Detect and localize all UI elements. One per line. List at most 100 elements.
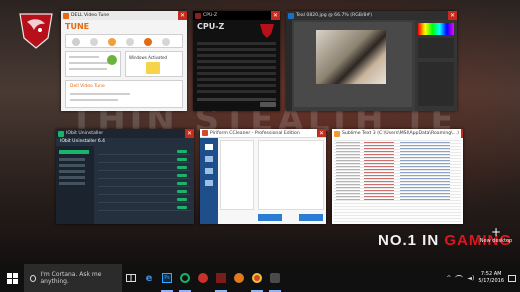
ccleaner-icon xyxy=(202,130,208,136)
lightbulb-icon xyxy=(146,62,160,74)
new-desktop-button[interactable]: + New desktop xyxy=(476,226,516,244)
ccleaner-icon xyxy=(252,273,262,283)
list-item[interactable] xyxy=(98,172,191,179)
window-title: Piriform CCleaner - Professional Edition xyxy=(210,130,300,136)
list-item[interactable] xyxy=(98,180,191,187)
orange-app-icon xyxy=(234,273,244,283)
cpuz-icon xyxy=(216,273,226,283)
clock-date: 5/17/2016 xyxy=(478,278,504,284)
window-title: IObit Uninstaller xyxy=(66,131,104,136)
window-iobit-uninstaller[interactable]: IObit Uninstaller ✕ IObit Uninstaller 6.… xyxy=(56,129,194,224)
photoshop-icon xyxy=(288,12,294,19)
taskbar-photoshop[interactable]: Ps xyxy=(158,264,176,292)
ccleaner-results xyxy=(258,140,324,210)
window-dell-video-tune[interactable]: DELL Video Tune ✕ TUNE Windows Activated xyxy=(61,11,187,111)
ps-canvas-area[interactable] xyxy=(294,22,412,107)
list-item[interactable] xyxy=(98,204,191,211)
dell-subtitle: Dell Video Tune xyxy=(70,84,105,89)
window-titlebar[interactable]: IObit Uninstaller ✕ xyxy=(56,129,194,138)
window-ccleaner[interactable]: Piriform CCleaner - Professional Edition… xyxy=(200,129,326,224)
dell-detail-panel: Dell Video Tune xyxy=(65,80,183,108)
close-window-button[interactable]: ✕ xyxy=(448,11,457,20)
cortana-search-box[interactable]: I'm Cortana. Ask me anything. xyxy=(24,264,122,292)
clock-time: 7:52 AM xyxy=(480,271,502,277)
iobit-icon xyxy=(58,130,64,137)
system-tray: ^ ◄) 7:52 AM 5/17/2016 xyxy=(446,264,520,292)
window-title: DELL Video Tune xyxy=(71,13,110,18)
cpuz-icon xyxy=(195,12,201,19)
taskbar-iobit[interactable] xyxy=(176,264,194,292)
ps-panels[interactable] xyxy=(415,20,457,111)
list-item[interactable] xyxy=(98,156,191,163)
red-app-icon xyxy=(198,273,208,283)
close-window-button[interactable]: ✕ xyxy=(178,11,187,20)
windows-logo-icon xyxy=(6,272,18,284)
start-button[interactable] xyxy=(0,264,24,292)
list-item[interactable] xyxy=(98,164,191,171)
close-window-button[interactable]: ✕ xyxy=(317,129,326,137)
window-title: CPU-Z xyxy=(203,13,218,18)
edge-icon: e xyxy=(145,272,153,284)
desktop-wallpaper: THIN STEALTH TECHNOLOGY DELL Video Tune … xyxy=(0,0,520,264)
dell-tabs-panel xyxy=(65,34,183,48)
msi-dragon-logo xyxy=(14,8,58,52)
taskbar-app-orange[interactable] xyxy=(230,264,248,292)
plus-icon: + xyxy=(490,225,502,239)
new-desktop-label: New desktop xyxy=(479,238,513,244)
list-item[interactable] xyxy=(98,196,191,203)
dell-info-panel xyxy=(65,51,121,77)
ccleaner-sidebar[interactable] xyxy=(200,138,218,224)
sublime-icon xyxy=(270,273,280,283)
taskbar-sublime[interactable] xyxy=(266,264,284,292)
search-placeholder: I'm Cortana. Ask me anything. xyxy=(40,271,102,285)
ps-toolbar[interactable] xyxy=(286,20,292,111)
dell-icon xyxy=(63,12,69,19)
close-window-button[interactable]: ✕ xyxy=(271,11,280,20)
close-window-button[interactable]: ✕ xyxy=(460,129,463,138)
taskbar-cpuz[interactable] xyxy=(212,264,230,292)
task-view-icon xyxy=(126,274,136,282)
taskbar: I'm Cortana. Ask me anything. e Ps ^ ◄) … xyxy=(0,264,520,292)
taskbar-app-red[interactable] xyxy=(194,264,212,292)
analyze-button[interactable] xyxy=(258,214,282,221)
status-ok-icon xyxy=(107,55,117,65)
color-picker-panel[interactable] xyxy=(418,23,454,35)
photoshop-icon: Ps xyxy=(162,273,172,283)
window-titlebar[interactable]: Teal 0820.jpg @ 66.7% (RGB/8#) ✕ xyxy=(286,11,457,20)
window-titlebar[interactable]: CPU-Z ✕ xyxy=(193,11,280,20)
close-window-button[interactable]: ✕ xyxy=(185,129,194,138)
dell-status-panel: Windows Activated xyxy=(125,51,183,77)
window-titlebar[interactable]: Piriform CCleaner - Professional Edition… xyxy=(200,129,326,138)
iobit-icon xyxy=(180,273,190,283)
action-center-icon[interactable] xyxy=(508,274,516,282)
msi-shield-icon xyxy=(260,24,274,38)
window-cpuz[interactable]: CPU-Z ✕ CPU-Z xyxy=(193,11,280,111)
dell-brand: TUNE xyxy=(65,22,90,31)
window-title: Teal 0820.jpg @ 66.7% (RGB/8#) xyxy=(296,13,373,18)
show-hidden-icons-chevron-icon[interactable]: ^ xyxy=(446,275,451,282)
list-item[interactable] xyxy=(98,188,191,195)
photo-canvas xyxy=(316,30,386,84)
sublime-icon xyxy=(334,130,340,137)
network-icon[interactable] xyxy=(455,275,464,281)
ccleaner-tree[interactable] xyxy=(220,140,254,210)
dell-status-label: Windows Activated xyxy=(129,55,168,60)
window-title: Sublime Text 3 (C:\Users\MSI\AppData\Roa… xyxy=(342,131,459,136)
cortana-icon xyxy=(30,274,37,282)
window-sublime-text[interactable]: Sublime Text 3 (C:\Users\MSI\AppData\Roa… xyxy=(332,129,463,224)
taskbar-ccleaner[interactable] xyxy=(248,264,266,292)
taskbar-edge[interactable]: e xyxy=(140,264,158,292)
run-cleaner-button[interactable] xyxy=(299,214,323,221)
window-titlebar[interactable]: DELL Video Tune ✕ xyxy=(61,11,187,20)
sublime-editor[interactable] xyxy=(332,138,463,224)
volume-icon[interactable]: ◄) xyxy=(467,275,474,282)
iobit-app-title: IObit Uninstaller 6.4 xyxy=(60,139,105,144)
iobit-sidebar[interactable] xyxy=(56,146,94,224)
cpuz-ok-button[interactable] xyxy=(260,102,276,107)
window-photoshop[interactable]: Teal 0820.jpg @ 66.7% (RGB/8#) ✕ xyxy=(286,11,457,111)
window-titlebar[interactable]: Sublime Text 3 (C:\Users\MSI\AppData\Roa… xyxy=(332,129,463,138)
cpuz-brand: CPU-Z xyxy=(197,22,225,31)
taskbar-clock[interactable]: 7:52 AM 5/17/2016 xyxy=(478,271,504,285)
task-view-button[interactable] xyxy=(122,264,140,292)
list-item[interactable] xyxy=(98,148,191,155)
